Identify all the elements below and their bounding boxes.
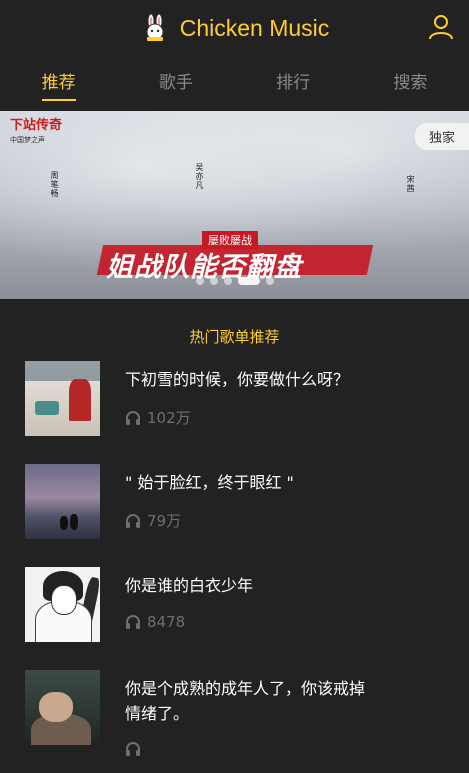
slider-dot[interactable] bbox=[195, 277, 204, 285]
tab-search[interactable]: 搜索 bbox=[352, 56, 469, 108]
slider-dots bbox=[0, 277, 469, 285]
tab-bar: 推荐 歌手 排行 搜索 bbox=[0, 56, 469, 108]
rabbit-logo-icon bbox=[146, 13, 164, 41]
top-bar: Chicken Music bbox=[0, 0, 469, 56]
banner-slider[interactable]: 下站传奇 中国梦之声 周笔畅 吴亦凡 宋茜 独家 屡败屡战 姐战队能否翻盘 bbox=[0, 111, 469, 299]
list-item[interactable]: 下初雪的时候，你要做什么呀？ 102万 bbox=[0, 361, 469, 464]
playlist-cover bbox=[25, 670, 100, 745]
app-title: Chicken Music bbox=[179, 14, 330, 41]
tab-label: 歌手 bbox=[158, 73, 193, 93]
slider-dot[interactable] bbox=[265, 277, 274, 285]
play-count bbox=[125, 741, 375, 757]
list-item[interactable]: " 始于脸红，终于眼红 " 79万 bbox=[0, 464, 469, 567]
tab-singers[interactable]: 歌手 bbox=[117, 56, 234, 108]
playlist-cover bbox=[25, 361, 100, 436]
headphones-icon bbox=[126, 410, 140, 425]
headphones-icon bbox=[126, 742, 140, 756]
tab-label: 推荐 bbox=[41, 68, 76, 101]
headphones-icon bbox=[126, 615, 140, 629]
tab-label: 排行 bbox=[276, 73, 311, 93]
user-icon[interactable] bbox=[427, 13, 455, 41]
playlist-cover bbox=[25, 567, 100, 642]
tab-label: 搜索 bbox=[393, 73, 428, 93]
play-count: 102万 bbox=[125, 407, 375, 428]
banner-name: 吴亦凡 bbox=[195, 163, 204, 190]
banner-slogan: 屡败屡战 姐战队能否翻盘 bbox=[96, 231, 375, 283]
playlist-list: 下初雪的时候，你要做什么呀？ 102万 " 始于脸红，终于眼红 " 79万 你是… bbox=[0, 361, 469, 773]
play-count: 8478 bbox=[125, 613, 375, 631]
exclusive-badge: 独家 bbox=[414, 123, 469, 150]
playlist-cover bbox=[25, 464, 100, 539]
list-item[interactable]: 你是个成熟的成年人了，你该戒掉情绪了。 bbox=[0, 670, 469, 773]
slider-dot-active[interactable] bbox=[237, 277, 260, 285]
slider-dot[interactable] bbox=[209, 277, 218, 285]
banner-name: 周笔畅 bbox=[50, 171, 59, 198]
banner-show-logo: 下站传奇 中国梦之声 bbox=[10, 118, 63, 145]
tab-recommend[interactable]: 推荐 bbox=[0, 56, 117, 108]
section-title: 热门歌单推荐 bbox=[189, 328, 280, 346]
playlist-name: " 始于脸红，终于眼红 " bbox=[125, 473, 294, 492]
playlist-name: 下初雪的时候，你要做什么呀？ bbox=[125, 370, 350, 389]
play-count: 79万 bbox=[125, 510, 375, 531]
playlist-name: 你是谁的白衣少年 bbox=[125, 576, 254, 595]
tab-rank[interactable]: 排行 bbox=[235, 56, 352, 108]
banner-name: 宋茜 bbox=[406, 175, 415, 193]
headphones-icon bbox=[126, 513, 140, 528]
slider-dot[interactable] bbox=[223, 277, 232, 285]
playlist-name: 你是个成熟的成年人了，你该戒掉情绪了。 bbox=[125, 679, 366, 723]
list-item[interactable]: 你是谁的白衣少年 8478 bbox=[0, 567, 469, 670]
